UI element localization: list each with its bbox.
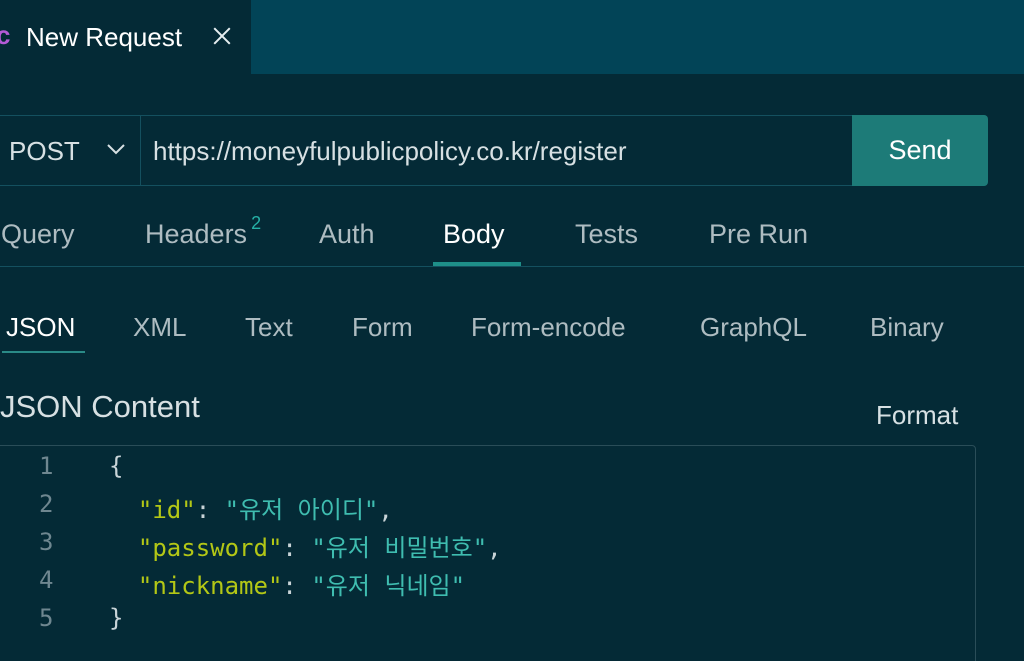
active-body-tab-indicator: [2, 351, 85, 353]
code-content: {: [109, 452, 123, 480]
code-line: 4 "nickname": "유저 닉네임": [0, 566, 973, 604]
json-punc-token: ,: [487, 534, 502, 562]
tab-title: New Request: [26, 22, 183, 52]
body-type-tabs: JSON XML Text Form Form-encode GraphQL B…: [0, 300, 1024, 360]
tab-query[interactable]: Query: [1, 219, 75, 250]
line-number: 1: [39, 452, 54, 480]
code-line: 3 "password": "유저 비밀번호",: [0, 528, 973, 566]
tab-method-indicator: c: [0, 20, 11, 50]
body-tab-binary[interactable]: Binary: [870, 312, 944, 343]
json-editor[interactable]: 1{2 "id": "유저 아이디", 3 "password": "유저 비밀번…: [0, 445, 976, 661]
tab-headers-label: Headers: [145, 219, 248, 249]
code-line: 1{: [0, 452, 973, 490]
body-tab-text[interactable]: Text: [245, 312, 293, 343]
code-content: "id": "유저 아이디",: [109, 490, 393, 525]
content-heading: JSON Content: [0, 389, 200, 424]
url-input[interactable]: [153, 134, 843, 168]
code-content: "nickname": "유저 닉네임": [109, 566, 465, 601]
code-line: 2 "id": "유저 아이디",: [0, 490, 973, 528]
json-str-token: "유저 닉네임": [311, 572, 466, 600]
method-select[interactable]: POST: [0, 116, 141, 185]
tab-headers[interactable]: Headers 2: [145, 213, 261, 250]
json-key-token: "password": [137, 534, 283, 562]
chevron-down-icon: [107, 144, 125, 155]
code-line: 5}: [0, 604, 973, 642]
line-number: 3: [39, 528, 54, 556]
headers-count-badge: 2: [251, 213, 262, 233]
json-punc-token: }: [109, 604, 124, 632]
tab-strip: c New Request: [0, 0, 1024, 74]
json-punc-token: :: [195, 496, 225, 524]
send-button[interactable]: Send: [852, 115, 988, 186]
json-str-token: "유저 아이디": [224, 496, 379, 524]
line-number: 2: [39, 490, 54, 518]
json-punc-token: :: [282, 572, 312, 600]
tab-pre-run[interactable]: Pre Run: [709, 219, 808, 250]
close-icon[interactable]: [210, 22, 234, 50]
json-key-token: "id": [137, 496, 196, 524]
code-content: }: [109, 604, 123, 632]
method-label: POST: [9, 136, 80, 166]
json-punc-token: [109, 534, 138, 562]
json-punc-token: ,: [378, 496, 393, 524]
tab-body[interactable]: Body: [443, 219, 505, 250]
code-content: "password": "유저 비밀번호",: [109, 528, 502, 563]
request-tabs: Query Headers 2 Auth Body Tests Pre Run: [0, 205, 1024, 267]
body-tab-xml[interactable]: XML: [133, 312, 186, 343]
line-number: 5: [39, 604, 54, 632]
json-punc-token: {: [109, 452, 124, 480]
tab-auth[interactable]: Auth: [319, 219, 375, 250]
json-punc-token: [109, 496, 138, 524]
tab-tests[interactable]: Tests: [575, 219, 638, 250]
body-tab-form[interactable]: Form: [352, 312, 413, 343]
body-tab-form-encode[interactable]: Form-encode: [471, 312, 626, 343]
json-key-token: "nickname": [137, 572, 283, 600]
active-tab-indicator: [433, 262, 521, 266]
request-tab[interactable]: c New Request: [0, 0, 251, 74]
json-punc-token: [109, 572, 138, 600]
body-tab-graphql[interactable]: GraphQL: [700, 312, 807, 343]
request-bar: POST Send: [0, 115, 988, 186]
json-str-token: "유저 비밀번호": [311, 534, 488, 562]
body-tab-json[interactable]: JSON: [6, 312, 75, 343]
line-number: 4: [39, 566, 54, 594]
json-punc-token: :: [282, 534, 312, 562]
format-button[interactable]: Format: [876, 400, 958, 431]
